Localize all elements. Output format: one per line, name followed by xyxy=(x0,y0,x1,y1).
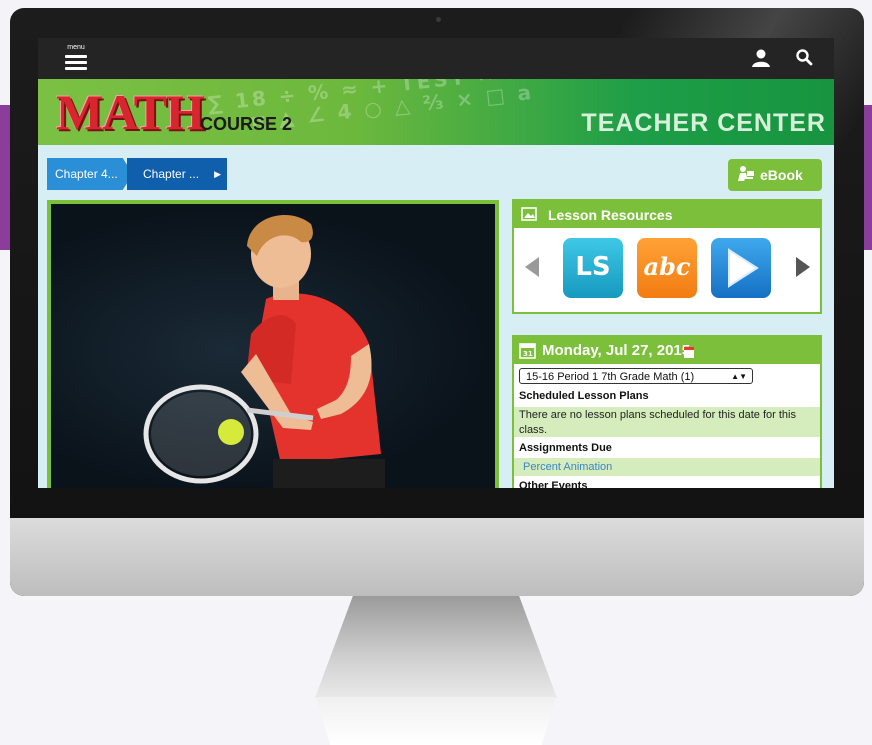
monitor-frame: menu ∑ 18 ÷ % ≈ + TEST ✕ DRAW π ▲ ∠ 4 ○ … xyxy=(10,8,864,596)
image-icon xyxy=(521,206,537,222)
menu-button[interactable]: menu xyxy=(64,44,88,74)
monitor-stand-base xyxy=(316,697,556,745)
no-lesson-plans-message: There are no lesson plans scheduled for … xyxy=(514,407,820,437)
ebook-button[interactable]: eBook xyxy=(728,159,822,191)
math-logo: MATH xyxy=(56,84,205,140)
lesson-resources-carousel: LS abc xyxy=(514,228,820,312)
course-banner: ∑ 18 ÷ % ≈ + TEST ✕ DRAW π ▲ ∠ 4 ○ △ ⅔ ×… xyxy=(38,79,834,145)
course-label: COURSE 2 xyxy=(200,114,293,134)
breadcrumb-label: Chapter 4... xyxy=(55,167,118,181)
breadcrumb-label: Chapter ... xyxy=(143,167,200,181)
svg-text:31: 31 xyxy=(523,350,533,358)
other-events-heading: Other Events xyxy=(519,480,588,488)
assignments-due-heading: Assignments Due xyxy=(519,442,612,454)
calendar-icon: 31 xyxy=(519,342,536,359)
class-select[interactable]: 15-16 Period 1 7th Grade Math (1) ▲▼ xyxy=(519,368,753,384)
lesson-image-frame xyxy=(47,200,499,488)
menu-label: menu xyxy=(67,44,85,51)
user-icon[interactable] xyxy=(751,48,771,68)
monitor-chin xyxy=(10,518,864,596)
breadcrumb-item-chapter[interactable]: Chapter ... ▶ xyxy=(127,158,227,190)
ls-icon[interactable]: LS xyxy=(563,238,623,298)
hamburger-icon-bar xyxy=(65,67,87,70)
date-picker-icon[interactable] xyxy=(684,345,694,358)
hamburger-icon xyxy=(65,55,87,58)
select-updown-icon: ▲▼ xyxy=(731,372,747,381)
caret-right-icon: ▶ xyxy=(214,169,221,179)
camera-dot xyxy=(436,17,441,22)
breadcrumb: Chapter 4... Chapter ... ▶ xyxy=(47,158,227,190)
app-screen: menu ∑ 18 ÷ % ≈ + TEST ✕ DRAW π ▲ ∠ 4 ○ … xyxy=(38,38,834,488)
carousel-next-icon[interactable] xyxy=(796,257,810,277)
daily-calendar-panel: 31 Monday, Jul 27, 2015 15-16 Period 1 7… xyxy=(512,335,822,488)
lesson-resources-title: Lesson Resources xyxy=(548,207,673,223)
reader-icon xyxy=(737,165,755,183)
teacher-center-title: TEACHER CENTER xyxy=(581,109,826,137)
abc-icon[interactable]: abc xyxy=(637,238,697,298)
lesson-resources-panel: Lesson Resources LS abc xyxy=(512,199,822,314)
carousel-prev-icon[interactable] xyxy=(525,257,539,277)
scheduled-lesson-plans-heading: Scheduled Lesson Plans xyxy=(519,390,649,402)
search-icon[interactable] xyxy=(795,48,813,66)
calendar-header: 31 Monday, Jul 27, 2015 xyxy=(514,337,820,364)
breadcrumb-item-chapter-4[interactable]: Chapter 4... xyxy=(47,158,133,190)
play-icon[interactable] xyxy=(711,238,771,298)
monitor-stand xyxy=(315,596,557,698)
class-select-value: 15-16 Period 1 7th Grade Math (1) xyxy=(526,371,695,383)
calendar-date: Monday, Jul 27, 2015 xyxy=(542,342,691,359)
tennis-player-image xyxy=(51,204,495,488)
ebook-label: eBook xyxy=(760,167,803,183)
hamburger-icon-bar xyxy=(65,61,87,64)
lesson-resources-header: Lesson Resources xyxy=(514,201,820,228)
assignment-link[interactable]: Percent Animation xyxy=(514,458,820,476)
top-navigation-bar: menu xyxy=(38,38,834,79)
